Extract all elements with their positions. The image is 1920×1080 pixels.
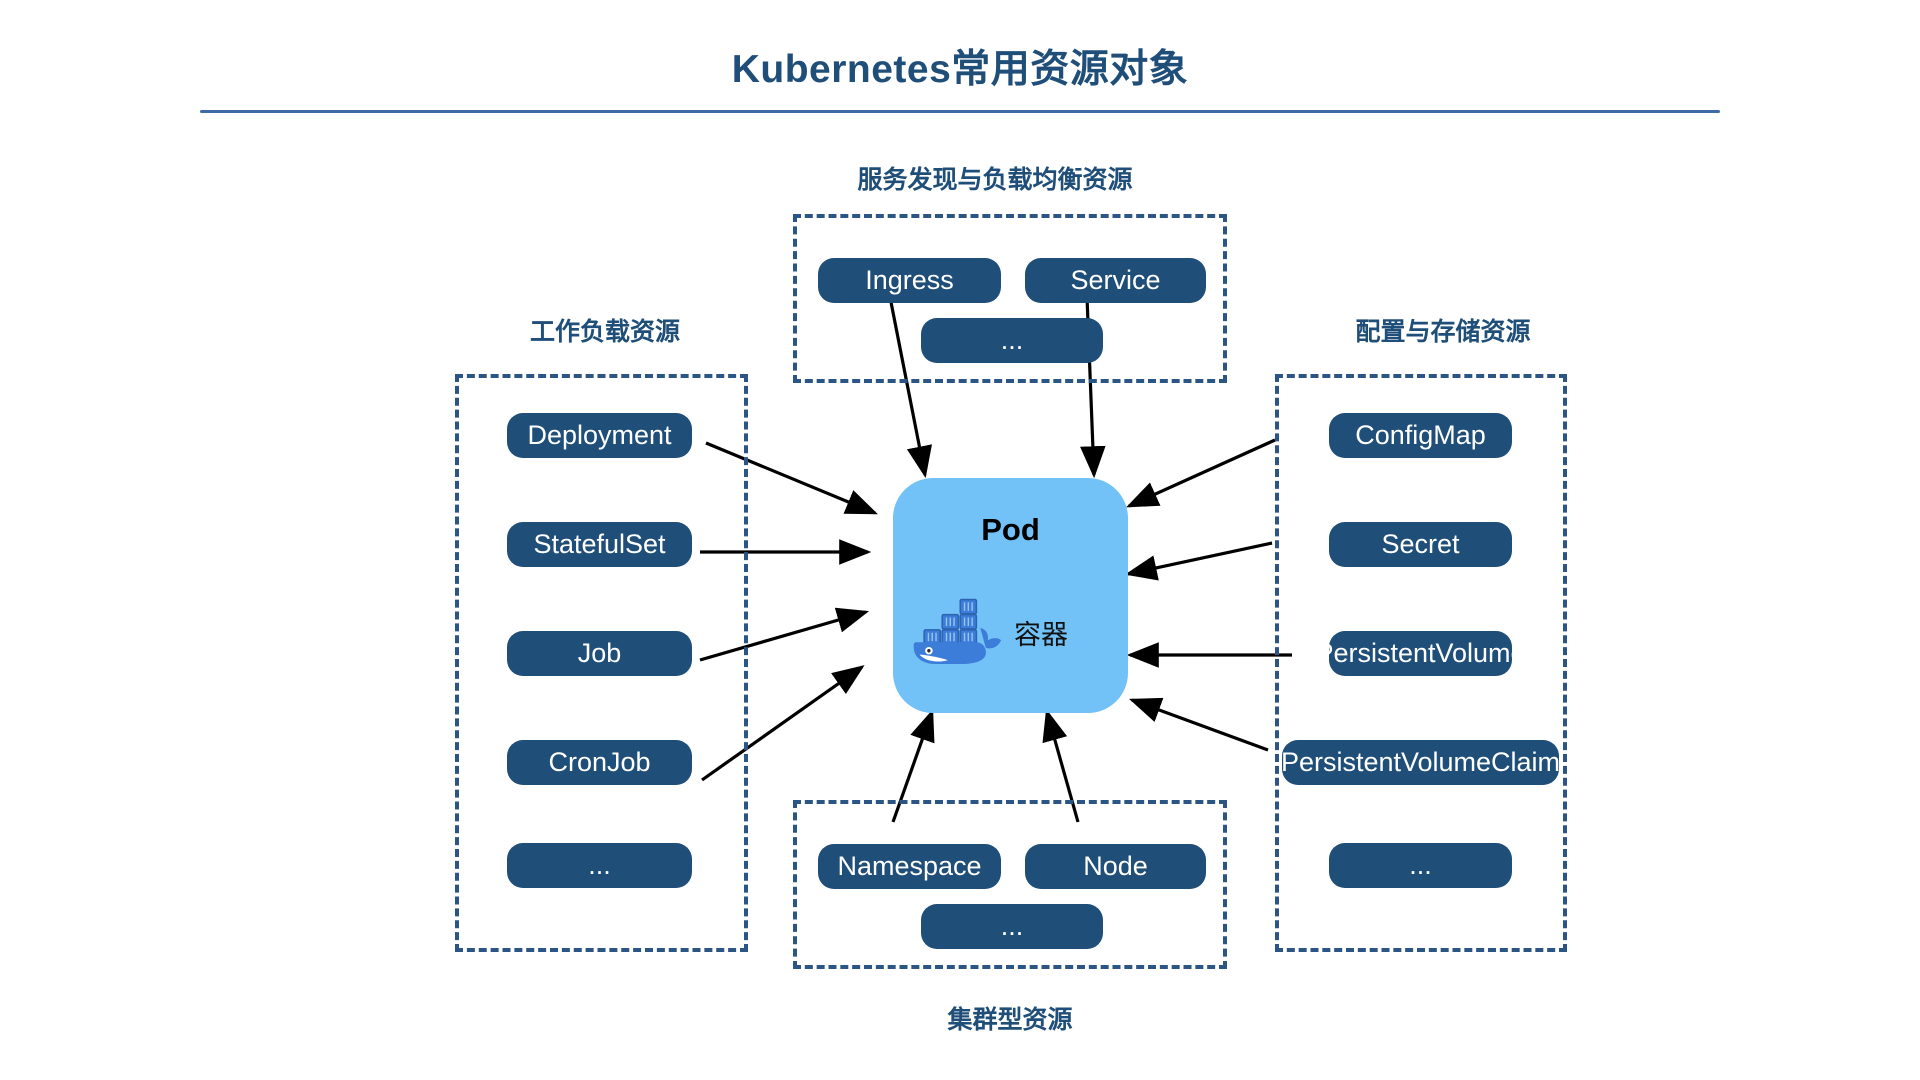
pill-config-storage-more[interactable]: ... [1329,843,1512,888]
pill-configmap[interactable]: ConfigMap [1329,413,1512,458]
pill-label: PersistentVolume [1315,638,1526,668]
pill-persistentvolumeclaim[interactable]: PersistentVolumeClaim [1280,740,1561,785]
group-label-cluster: 集群型资源 [947,1006,1073,1034]
pod-container-label: 容器 [1014,620,1068,650]
pill-label: PersistentVolumeClaim [1280,747,1561,777]
pill-label: Secret [1381,529,1460,559]
pill-label: Ingress [865,265,954,295]
group-label-config-storage: 配置与存储资源 [1355,318,1531,346]
pill-deployment[interactable]: Deployment [507,413,692,458]
pill-ingress[interactable]: Ingress [818,258,1001,303]
pill-label: ... [1000,911,1024,941]
pill-label: Namespace [837,851,982,881]
pill-label: CronJob [548,747,651,777]
pill-cronjob[interactable]: CronJob [507,740,692,785]
pill-label: ... [1000,325,1024,355]
docker-whale-icon [908,588,1003,666]
arrow-configmap-to-pod [1126,438,1276,508]
pill-label: ... [588,850,611,880]
pill-label: ... [1409,850,1432,880]
pill-persistentvolume[interactable]: PersistentVolume [1315,631,1526,676]
pill-namespace[interactable]: Namespace [818,844,1001,889]
pill-statefulset[interactable]: StatefulSet [507,522,692,567]
pill-cluster-more[interactable]: ... [921,904,1103,949]
diagram-canvas: Kubernetes常用资源对象 工作负载资源 Deployment State… [0,0,1920,1080]
group-label-workload: 工作负载资源 [529,318,680,346]
pill-secret[interactable]: Secret [1329,522,1512,567]
pill-label: Service [1070,265,1161,295]
pod-title: Pod [981,512,1040,547]
pill-workload-more[interactable]: ... [507,843,692,888]
title-divider [200,110,1720,113]
page-title: Kubernetes常用资源对象 [731,48,1189,91]
pill-service[interactable]: Service [1025,258,1206,303]
pill-node[interactable]: Node [1025,844,1206,889]
pill-label: StatefulSet [533,529,666,559]
arrow-secret-to-pod [1124,541,1273,581]
pill-job[interactable]: Job [507,631,692,676]
pill-label: Node [1083,851,1148,881]
pill-label: ConfigMap [1355,420,1486,450]
group-label-service: 服务发现与负载均衡资源 [857,166,1133,194]
pill-label: Deployment [527,420,672,450]
pill-service-more[interactable]: ... [921,318,1103,363]
pill-label: Job [577,638,622,668]
arrow-persistentvolumeclaim-to-pod [1128,697,1269,752]
